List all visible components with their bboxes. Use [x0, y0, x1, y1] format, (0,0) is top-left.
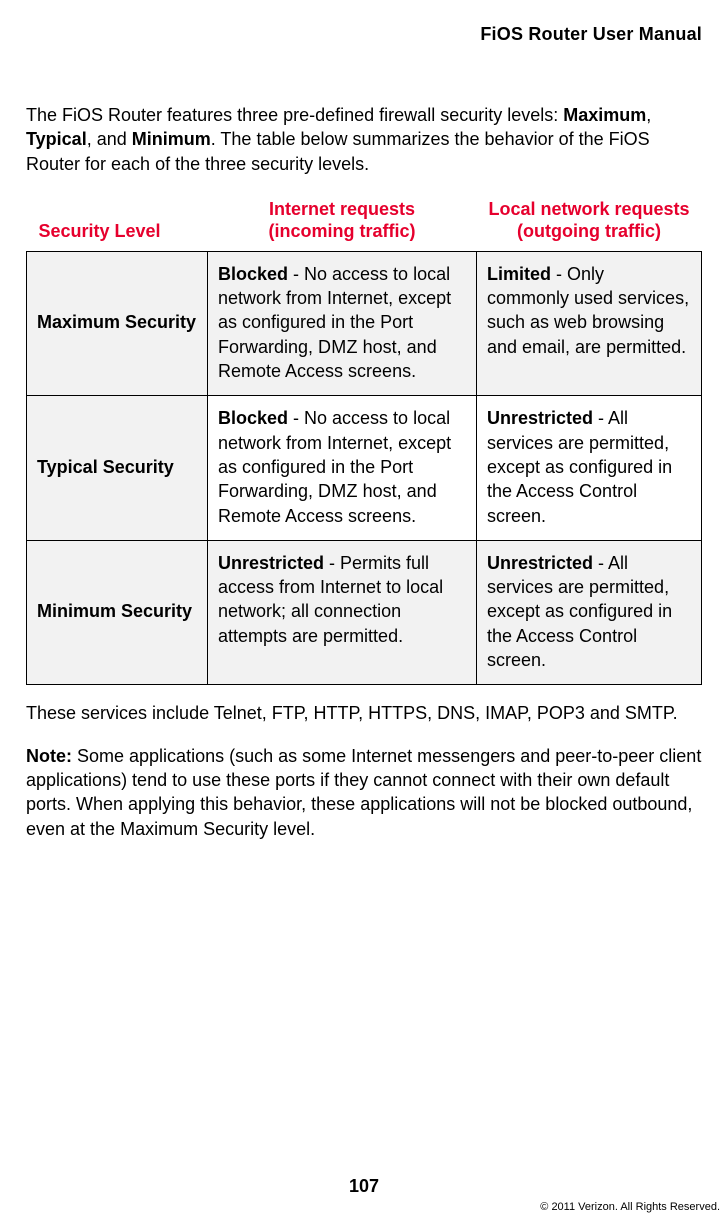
intro-bold-minimum: Minimum — [132, 129, 211, 149]
cell-level: Minimum Security — [27, 540, 208, 684]
table-header-text: (incoming traffic) — [269, 221, 416, 241]
cell-bold: Blocked — [218, 408, 288, 428]
note-text: Some applications (such as some Internet… — [26, 746, 701, 839]
cell-outgoing: Limited - Only commonly used services, s… — [477, 251, 702, 395]
intro-paragraph: The FiOS Router features three pre-defin… — [26, 103, 702, 176]
security-level-table: Security Level Internet requests (incomi… — [26, 198, 702, 685]
cell-level: Maximum Security — [27, 251, 208, 395]
table-header-text: Internet requests — [269, 199, 415, 219]
table-header-text: Local network requests — [488, 199, 689, 219]
table-header-incoming: Internet requests (incoming traffic) — [208, 198, 477, 252]
intro-bold-typical: Typical — [26, 129, 87, 149]
cell-smallcaps: DMZ — [318, 337, 358, 357]
cell-bold: Limited — [487, 264, 551, 284]
intro-bold-maximum: Maximum — [563, 105, 646, 125]
table-row: Minimum Security Unrestricted - Permits … — [27, 540, 702, 684]
table-header-level: Security Level — [27, 198, 208, 252]
note-label: Note: — [26, 746, 72, 766]
table-header-outgoing: Local network requests (outgoing traffic… — [477, 198, 702, 252]
cell-incoming: Blocked - No access to local network fro… — [208, 396, 477, 540]
cell-bold: Unrestricted — [218, 553, 324, 573]
intro-text: The FiOS Router features three pre-defin… — [26, 105, 563, 125]
cell-smallcaps: DMZ — [318, 481, 358, 501]
manual-title: FiOS Router User Manual — [26, 24, 702, 45]
cell-bold: Unrestricted — [487, 553, 593, 573]
cell-outgoing: Unrestricted - All services are permitte… — [477, 396, 702, 540]
intro-text: , and — [87, 129, 132, 149]
copyright-text: © 2011 Verizon. All Rights Reserved. — [540, 1201, 720, 1213]
page-number: 107 — [0, 1176, 728, 1197]
cell-bold: Blocked — [218, 264, 288, 284]
services-list-paragraph: These services include Telnet, FTP, HTTP… — [26, 701, 702, 725]
table-row: Typical Security Blocked - No access to … — [27, 396, 702, 540]
cell-incoming: Unrestricted - Permits full access from … — [208, 540, 477, 684]
table-header-text: (outgoing traffic) — [517, 221, 661, 241]
intro-text: , — [646, 105, 651, 125]
note-paragraph: Note: Some applications (such as some In… — [26, 744, 702, 841]
cell-outgoing: Unrestricted - All services are permitte… — [477, 540, 702, 684]
cell-incoming: Blocked - No access to local network fro… — [208, 251, 477, 395]
table-row: Maximum Security Blocked - No access to … — [27, 251, 702, 395]
cell-bold: Unrestricted — [487, 408, 593, 428]
cell-level: Typical Security — [27, 396, 208, 540]
